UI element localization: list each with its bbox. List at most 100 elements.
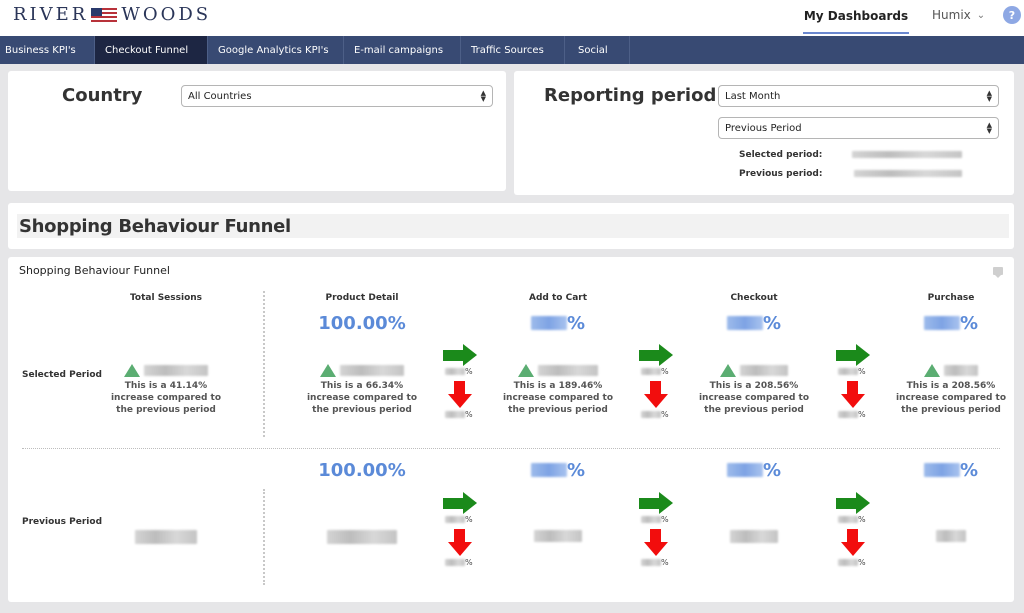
reporting-period-card: Reporting period Last Month ▲ ▼ Previous …	[514, 71, 1014, 195]
period-select-value: Last Month	[725, 90, 781, 102]
green-right-arrow-icon	[443, 492, 477, 514]
tab-business-kpis[interactable]: Business KPI's	[0, 36, 95, 64]
column-divider	[263, 291, 265, 437]
previous-count-checkout	[694, 530, 814, 543]
green-right-arrow-icon	[639, 344, 673, 366]
continue-pct: %	[838, 514, 874, 525]
green-right-arrow-icon	[443, 344, 477, 366]
red-down-arrow-icon	[841, 381, 865, 409]
column-divider	[263, 489, 265, 585]
funnel-widget: Shopping Behaviour Funnel Total Sessions…	[8, 257, 1014, 602]
dropoff-pct: %	[838, 409, 874, 420]
dropoff-pct: %	[445, 557, 481, 568]
comparison-select-value: Previous Period	[725, 122, 802, 134]
my-dashboards-link[interactable]: My Dashboards	[803, 0, 909, 34]
select-arrows-icon: ▲ ▼	[986, 89, 992, 103]
selected-stat-product-detail: This is a 66.34% increase compared to th…	[302, 362, 422, 416]
change-description: This is a 66.34% increase compared to th…	[306, 381, 418, 415]
tab-email-campaigns[interactable]: E-mail campaigns	[344, 36, 461, 64]
increase-triangle-icon	[518, 363, 534, 377]
selected-count	[740, 364, 788, 376]
select-arrows-icon: ▲ ▼	[480, 89, 486, 103]
column-header-purchase: Purchase	[927, 293, 975, 303]
transition-product-to-cart: % %	[441, 344, 481, 420]
row-label-previous-period: Previous Period	[22, 517, 103, 527]
help-icon[interactable]: ?	[1003, 6, 1021, 24]
red-down-arrow-icon	[644, 381, 668, 409]
funnel-title: Shopping Behaviour Funnel	[19, 264, 170, 277]
selected-period-value	[852, 151, 962, 161]
continue-pct: %	[445, 514, 481, 525]
selected-count	[538, 364, 598, 376]
selected-stat-purchase: This is a 208.56% increase compared to t…	[891, 362, 1011, 416]
column-header-checkout: Checkout	[730, 293, 778, 303]
logo-text-right: WOODS	[121, 4, 212, 25]
previous-rate-add-to-cart: %	[498, 460, 618, 481]
green-right-arrow-icon	[639, 492, 673, 514]
country-select-value: All Countries	[188, 90, 252, 102]
previous-rate-product-detail: 100.00%	[318, 460, 406, 481]
previous-count-add-to-cart	[498, 530, 618, 542]
change-description: This is a 208.56% increase compared to t…	[895, 381, 1007, 415]
previous-count-total-sessions	[106, 530, 226, 544]
red-down-arrow-icon	[841, 529, 865, 557]
transition-cart-to-checkout-previous: % %	[637, 492, 677, 568]
selected-rate-product-detail: 100.00%	[318, 313, 406, 334]
dashboard-tabs: Business KPI's Checkout Funnel Google An…	[0, 36, 1024, 64]
increase-triangle-icon	[720, 363, 736, 377]
green-right-arrow-icon	[836, 344, 870, 366]
column-header-product-detail: Product Detail	[325, 293, 399, 303]
previous-period-label: Previous period:	[739, 169, 823, 179]
transition-checkout-to-purchase: % %	[834, 344, 874, 420]
user-name: Humix	[932, 8, 971, 22]
selected-period-label: Selected period:	[739, 150, 823, 160]
dropoff-pct: %	[641, 557, 677, 568]
comparison-select[interactable]: Previous Period ▲ ▼	[718, 117, 999, 139]
change-description: This is a 208.56% increase compared to t…	[698, 381, 810, 415]
country-title: Country	[62, 85, 143, 106]
brand-logo[interactable]: RIVER WOODS	[13, 4, 211, 25]
us-flag-icon	[91, 7, 118, 22]
continue-pct: %	[641, 366, 677, 377]
section-heading-card: Shopping Behaviour Funnel	[8, 203, 1014, 249]
section-heading: Shopping Behaviour Funnel	[17, 214, 1009, 238]
increase-triangle-icon	[124, 363, 140, 377]
increase-triangle-icon	[320, 363, 336, 377]
selected-rate-add-to-cart: %	[498, 313, 618, 334]
dropoff-pct: %	[838, 557, 874, 568]
transition-checkout-to-purchase-previous: % %	[834, 492, 874, 568]
selected-rate-purchase: %	[891, 313, 1011, 334]
red-down-arrow-icon	[448, 381, 472, 409]
selected-rate-checkout: %	[694, 313, 814, 334]
tab-google-analytics-kpis[interactable]: Google Analytics KPI's	[208, 36, 344, 64]
period-select[interactable]: Last Month ▲ ▼	[718, 85, 999, 107]
previous-rate-checkout: %	[694, 460, 814, 481]
country-select[interactable]: All Countries ▲ ▼	[181, 85, 493, 107]
column-header-total-sessions: Total Sessions	[129, 293, 203, 303]
increase-triangle-icon	[924, 363, 940, 377]
green-right-arrow-icon	[836, 492, 870, 514]
column-header-add-to-cart: Add to Cart	[528, 293, 588, 303]
selected-stat-checkout: This is a 208.56% increase compared to t…	[694, 362, 814, 416]
dropoff-pct: %	[641, 409, 677, 420]
previous-rate-purchase: %	[891, 460, 1011, 481]
comment-icon[interactable]	[993, 267, 1003, 278]
select-arrows-icon: ▲ ▼	[986, 121, 992, 135]
user-menu[interactable]: Humix ⌄	[932, 8, 985, 22]
selected-count	[340, 364, 404, 376]
tab-checkout-funnel[interactable]: Checkout Funnel	[95, 36, 208, 64]
country-filter-card: Country All Countries ▲ ▼	[8, 71, 506, 191]
tab-social[interactable]: Social	[565, 36, 630, 64]
previous-period-value	[854, 170, 962, 180]
row-divider	[22, 448, 1000, 449]
transition-product-to-cart-previous: % %	[441, 492, 481, 568]
selected-stat-total-sessions: This is a 41.14% increase compared to th…	[106, 362, 226, 416]
logo-text-left: RIVER	[13, 4, 89, 25]
row-label-selected-period: Selected Period	[22, 370, 102, 380]
transition-cart-to-checkout: % %	[637, 344, 677, 420]
top-header: RIVER WOODS My Dashboards Humix ⌄ ?	[0, 0, 1024, 36]
tab-traffic-sources[interactable]: Traffic Sources	[461, 36, 565, 64]
continue-pct: %	[641, 514, 677, 525]
change-description: This is a 189.46% increase compared to t…	[502, 381, 614, 415]
red-down-arrow-icon	[448, 529, 472, 557]
